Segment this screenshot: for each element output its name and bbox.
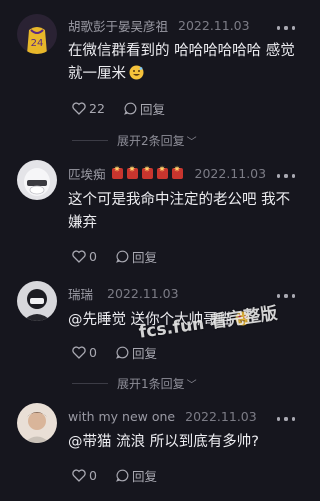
heart-icon: [72, 101, 86, 115]
divider: [72, 382, 108, 384]
comment-header: with my new one 2022.11.03: [68, 407, 257, 425]
reply-label: 回复: [132, 468, 158, 484]
badge-icon: [126, 165, 138, 179]
comment-text-content: 在微信群看到的 哈哈哈哈哈哈 感觉就一厘米: [68, 43, 295, 82]
comment-header: 胡歌彭于晏吴彦祖 2022.11.03: [68, 16, 250, 34]
comment-date: 2022.11.03: [185, 408, 257, 424]
like-button[interactable]: 0: [72, 249, 116, 264]
expand-replies-label: 展开1条回复: [117, 376, 185, 391]
reply-button[interactable]: 回复: [116, 343, 157, 362]
badge-icon: [141, 165, 153, 179]
badge-icon: [156, 165, 168, 179]
username[interactable]: 匹埃痴: [68, 164, 106, 183]
like-count: 22: [89, 100, 105, 116]
avatar[interactable]: [17, 281, 57, 321]
like-count: 0: [89, 467, 97, 483]
like-count: 0: [89, 344, 97, 360]
reply-bubble-icon: [124, 102, 137, 115]
reply-bubble-icon: [116, 346, 129, 359]
reply-bubble-icon: [116, 469, 129, 482]
reply-bubble-icon: [116, 250, 129, 263]
reply-button[interactable]: 回复: [124, 99, 165, 118]
comment-actions: 22 回复: [72, 99, 165, 117]
fan-badges: [111, 165, 187, 179]
badge-icon: [171, 165, 183, 179]
avatar[interactable]: [17, 160, 57, 200]
comment-actions: 0 回复: [72, 343, 157, 361]
username[interactable]: 胡歌彭于晏吴彦祖: [68, 16, 168, 35]
grinning-sweat-emoji-icon: [129, 65, 144, 80]
svg-text:24: 24: [31, 38, 44, 49]
comment-header: 瑞瑞 2022.11.03: [68, 284, 179, 302]
avatar[interactable]: 24: [17, 14, 57, 54]
reply-label: 回复: [140, 101, 166, 117]
more-options-icon[interactable]: [277, 290, 295, 302]
reply-button[interactable]: 回复: [116, 466, 157, 485]
username[interactable]: with my new one: [68, 409, 175, 424]
reply-label: 回复: [132, 345, 158, 361]
comment-text: 这个可是我命中注定的老公吧 我不嫌弃: [68, 189, 304, 235]
like-button[interactable]: 22: [72, 101, 124, 116]
like-button[interactable]: 0: [72, 468, 116, 483]
like-button[interactable]: 0: [72, 345, 116, 360]
divider: [72, 139, 108, 141]
more-options-icon[interactable]: [277, 170, 295, 182]
expand-replies-button[interactable]: 展开1条回复 ﹀: [72, 374, 292, 392]
badge-icon: [111, 165, 123, 179]
username[interactable]: 瑞瑞: [68, 284, 93, 303]
comment-header: 匹埃痴 2022.11.03: [68, 164, 266, 182]
watermark: fcs.fun 看完整版: [137, 303, 279, 343]
comment-text: @带猫 流浪 所以到底有多帅?: [68, 431, 304, 454]
comment-date: 2022.11.03: [178, 17, 250, 33]
chevron-down-icon: ﹀: [186, 379, 197, 391]
comment-text-content: 这个可是我命中注定的老公吧 我不嫌弃: [68, 192, 291, 231]
more-options-icon[interactable]: [277, 413, 295, 425]
comment-text: 在微信群看到的 哈哈哈哈哈哈 感觉就一厘米: [68, 40, 304, 86]
more-options-icon[interactable]: [277, 22, 295, 34]
comment-actions: 0 回复: [72, 247, 157, 265]
heart-icon: [72, 249, 86, 263]
avatar[interactable]: [17, 403, 57, 443]
comment-actions: 0 回复: [72, 466, 157, 484]
expand-replies-label: 展开2条回复: [117, 133, 185, 148]
reply-label: 回复: [132, 249, 158, 265]
chevron-down-icon: ﹀: [186, 136, 197, 148]
heart-icon: [72, 345, 86, 359]
comment-text-content: @带猫 流浪 所以到底有多帅?: [68, 434, 259, 450]
like-count: 0: [89, 248, 97, 264]
comment-date: 2022.11.03: [194, 165, 267, 181]
expand-replies-button[interactable]: 展开2条回复 ﹀: [72, 131, 292, 149]
comment-date: 2022.11.03: [107, 285, 179, 301]
reply-button[interactable]: 回复: [116, 247, 157, 266]
heart-icon: [72, 468, 86, 482]
